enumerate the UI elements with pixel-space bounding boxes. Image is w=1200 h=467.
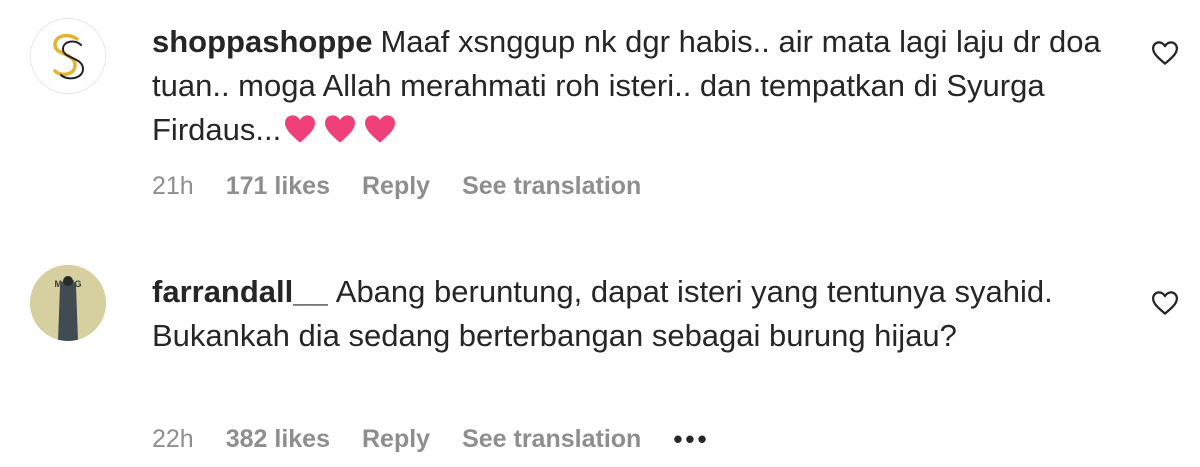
comment-body: shoppashoppe Maaf xsnggup nk dgr habis.. … (152, 20, 1132, 156)
comment-likes[interactable]: 382 likes (226, 425, 330, 454)
heart-emoji-icon (365, 115, 396, 143)
reply-button[interactable]: Reply (362, 425, 430, 454)
comment-time[interactable]: 22h (152, 425, 194, 454)
comment-body: farrandall__ Abang beruntung, dapat ister… (152, 270, 1132, 358)
comment-likes[interactable]: 171 likes (226, 172, 330, 201)
heart-emoji-icon (285, 115, 316, 143)
comment-meta: 22h 382 likes Reply See translation ••• (152, 424, 742, 455)
comment-item: shoppashoppe Maaf xsnggup nk dgr habis.. … (0, 0, 1200, 230)
avatar[interactable]: MAXG (30, 265, 106, 341)
more-options-icon[interactable]: ••• (673, 424, 709, 455)
brand-s-logo-icon (31, 19, 105, 93)
see-translation-button[interactable]: See translation (462, 425, 641, 454)
comment-item: MAXG farrandall__Abang beruntung, dapat … (0, 250, 1200, 467)
heart-emojis (283, 112, 403, 156)
comment-username[interactable]: shoppashoppe (152, 24, 372, 59)
comment-username[interactable]: farrandall__ (152, 274, 328, 309)
like-heart-icon[interactable] (1150, 288, 1180, 318)
heart-emoji-icon (325, 115, 356, 143)
comment-time[interactable]: 21h (152, 172, 194, 201)
like-heart-icon[interactable] (1150, 38, 1180, 68)
see-translation-button[interactable]: See translation (462, 172, 641, 201)
avatar[interactable] (30, 18, 106, 94)
comment-meta: 21h 171 likes Reply See translation (152, 172, 673, 201)
reply-button[interactable]: Reply (362, 172, 430, 201)
profile-photo-icon: MAXG (30, 265, 106, 341)
